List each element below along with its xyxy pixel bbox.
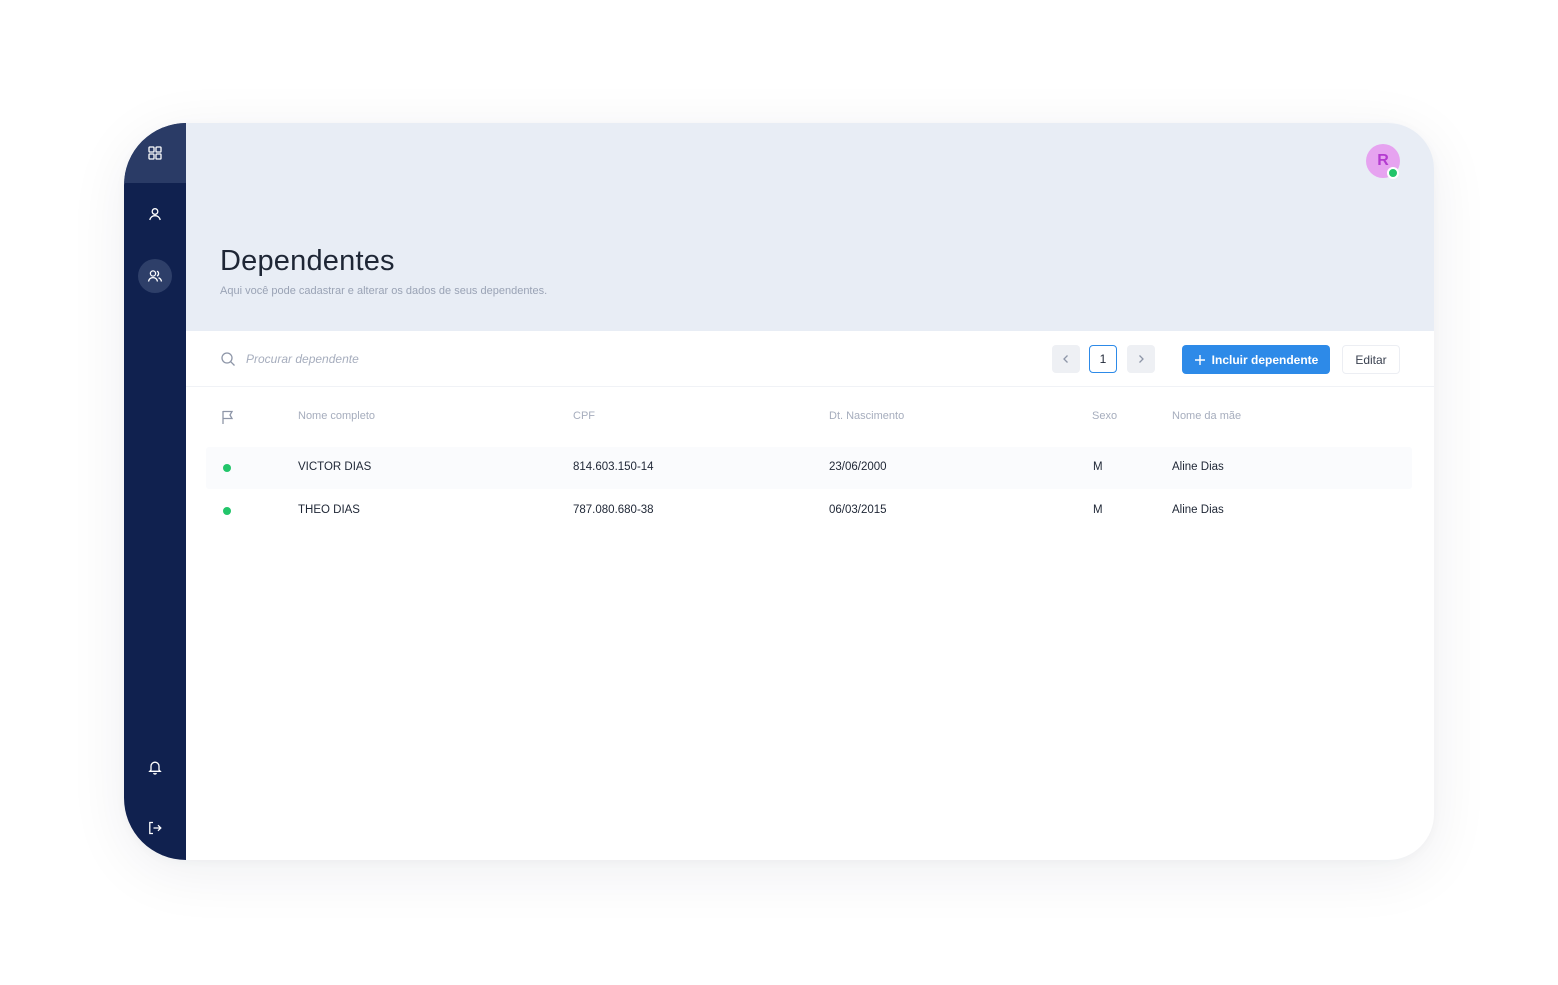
avatar-initial: R	[1377, 152, 1389, 169]
pagination-prev-button[interactable]	[1052, 345, 1080, 373]
flag-icon	[222, 410, 234, 424]
search-icon	[221, 352, 235, 366]
sidebar	[124, 123, 186, 860]
table-header: Nome completo CPF Dt. Nascimento Sexo No…	[186, 387, 1434, 447]
sidebar-item-profile[interactable]	[124, 184, 186, 244]
bell-icon	[148, 761, 162, 775]
column-header-mother-name[interactable]: Nome da mãe	[1172, 410, 1241, 422]
sidebar-item-dependents[interactable]	[124, 246, 186, 306]
pagination-next-button[interactable]	[1127, 345, 1155, 373]
online-status-dot	[1387, 167, 1399, 179]
cell-mother-name: Aline Dias	[1172, 461, 1224, 473]
cell-name: VICTOR DIAS	[298, 461, 372, 473]
cell-name: THEO DIAS	[298, 504, 360, 516]
cell-cpf: 814.603.150-14	[573, 461, 654, 473]
table-row[interactable]: THEO DIAS 787.080.680-38 06/03/2015 M Al…	[206, 490, 1412, 532]
grid-icon	[148, 146, 162, 160]
user-icon	[149, 208, 161, 221]
sidebar-item-logout[interactable]	[124, 798, 186, 858]
add-dependent-label: Incluir dependente	[1211, 352, 1319, 367]
sidebar-item-dashboard[interactable]	[124, 123, 186, 183]
plus-icon	[1194, 354, 1205, 365]
pagination-current-page[interactable]: 1	[1089, 345, 1117, 373]
status-dot	[223, 464, 231, 472]
column-header-name[interactable]: Nome completo	[298, 410, 375, 422]
page-header: R Dependentes Aqui você pode cadastrar e…	[186, 123, 1434, 331]
column-header-cpf[interactable]: CPF	[573, 410, 595, 422]
column-header-birth-date[interactable]: Dt. Nascimento	[829, 410, 904, 422]
search-input[interactable]	[246, 349, 546, 369]
cell-cpf: 787.080.680-38	[573, 504, 654, 516]
add-dependent-button[interactable]: Incluir dependente	[1182, 345, 1330, 374]
cell-sex: M	[1093, 504, 1103, 516]
active-indicator	[138, 259, 172, 293]
cell-sex: M	[1093, 461, 1103, 473]
app-window: R Dependentes Aqui você pode cadastrar e…	[124, 123, 1434, 860]
cell-mother-name: Aline Dias	[1172, 504, 1224, 516]
chevron-right-icon	[1139, 355, 1144, 363]
page-subtitle: Aqui você pode cadastrar e alterar os da…	[220, 285, 548, 297]
page-title: Dependentes	[220, 245, 395, 277]
cell-birth-date: 23/06/2000	[829, 461, 887, 473]
edit-button[interactable]: Editar	[1342, 345, 1400, 374]
logout-icon	[149, 821, 162, 835]
users-icon	[147, 270, 163, 282]
toolbar: 1 Incluir dependente Editar	[186, 331, 1434, 387]
sidebar-item-notifications[interactable]	[124, 737, 186, 797]
cell-birth-date: 06/03/2015	[829, 504, 887, 516]
table-row[interactable]: VICTOR DIAS 814.603.150-14 23/06/2000 M …	[206, 447, 1412, 489]
chevron-left-icon	[1063, 355, 1068, 363]
status-dot	[223, 507, 231, 515]
column-header-sex[interactable]: Sexo	[1092, 410, 1117, 422]
